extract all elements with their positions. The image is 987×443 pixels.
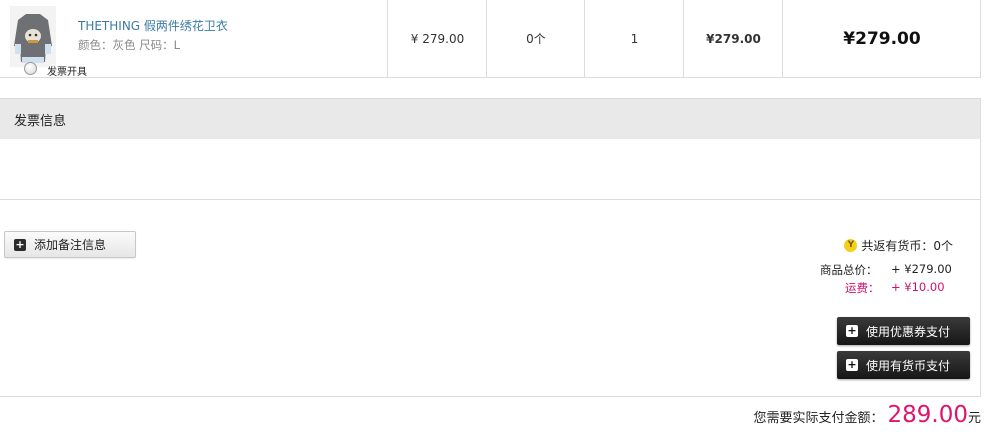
payment-total-line: 您需要实际支付金额： 289.00 元 [753,402,981,428]
coin-return-line: Y 共返有货币：0个 [844,237,953,254]
invoice-section: 发票信息 [0,98,981,200]
unit-price: ¥ 279.00 [387,0,487,77]
pay-amount: 289.00 [887,402,968,428]
coin-return-text: 共返有货币：0个 [861,239,953,253]
subtotal: ¥279.00 [683,0,783,77]
product-name-link[interactable]: THETHING 假两件绣花卫衣 [78,17,228,34]
goods-total-value: + ¥279.00 [891,262,952,276]
use-coin-button[interactable]: + 使用有货币支付 [837,351,970,379]
coin-icon: Y [844,239,858,252]
product-attributes: 颜色：灰色 尺码：L [78,38,181,52]
use-coupon-label: 使用优惠券支付 [866,324,951,339]
summary-divider [0,396,981,397]
quantity: 1 [584,0,684,77]
plus-icon: + [846,358,858,371]
product-row: THETHING 假两件绣花卫衣 颜色：灰色 尺码：L ¥ 279.00 0个 … [0,0,981,78]
use-coin-label: 使用有货币支付 [866,358,951,373]
invoice-option-label[interactable]: 发票开具 [47,63,87,78]
use-coupon-button[interactable]: + 使用优惠券支付 [837,317,970,345]
goods-total-label: 商品总价： [820,263,878,277]
product-thumbnail[interactable] [10,6,56,67]
right-border [980,200,981,397]
shipping-label: 运费： [845,281,880,295]
add-note-label: 添加备注信息 [34,238,107,252]
invoice-title: 发票信息 [0,99,980,139]
coin-count: 0个 [486,0,585,77]
plus-icon: + [846,324,858,337]
add-note-button[interactable]: + 添加备注信息 [4,231,136,258]
plus-icon: + [14,237,26,251]
row-total: ¥279.00 [782,0,981,77]
invoice-radio[interactable] [24,62,37,75]
pay-unit: 元 [967,411,981,426]
shipping-value: + ¥10.00 [891,280,945,294]
pay-label: 您需要实际支付金额： [753,411,884,426]
